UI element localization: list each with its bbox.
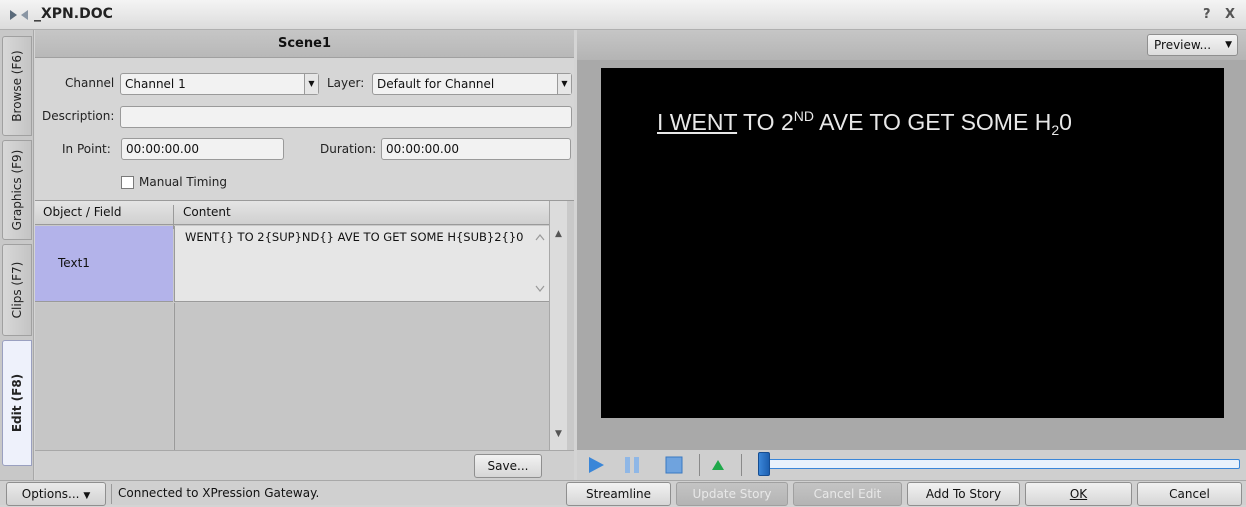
keyframe-up-icon[interactable]	[711, 459, 725, 471]
manual-timing-checkbox[interactable]	[121, 176, 134, 189]
grid-footer: Save...	[35, 450, 574, 480]
scroll-up-icon[interactable]: ▲	[552, 229, 565, 243]
preview-dropdown[interactable]: Preview... ▼	[1147, 34, 1238, 56]
duration-field[interactable]: 00:00:00.00	[381, 138, 571, 160]
timeline-track[interactable]	[761, 459, 1240, 469]
save-button[interactable]: Save...	[474, 454, 542, 478]
grid-vertical-scrollbar[interactable]: ▲ ▼	[549, 201, 567, 451]
layer-label: Layer:	[327, 76, 365, 90]
divider	[741, 454, 742, 476]
title-bar: _XPN.DOC ? X	[0, 0, 1246, 30]
description-label: Description:	[42, 109, 115, 123]
app-logo-icon	[10, 10, 28, 20]
tab-browse[interactable]: Browse (F6)	[2, 36, 32, 136]
preview-text-subscript: 2	[1051, 122, 1060, 138]
preview-text-part1: TO 2	[737, 109, 794, 135]
description-field[interactable]	[120, 106, 572, 128]
column-header-content[interactable]: Content	[183, 205, 231, 219]
duration-label: Duration:	[320, 142, 377, 156]
divider	[699, 454, 700, 476]
streamline-button[interactable]: Streamline	[566, 482, 671, 506]
pause-icon[interactable]	[623, 456, 641, 474]
add-to-story-button[interactable]: Add To Story	[907, 482, 1020, 506]
channel-value: Channel 1	[125, 77, 186, 91]
options-label: Options...	[21, 487, 80, 501]
tab-edit[interactable]: Edit (F8)	[2, 340, 32, 466]
in-point-field[interactable]: 00:00:00.00	[121, 138, 284, 160]
stop-icon[interactable]	[665, 456, 683, 474]
side-tab-strip: Browse (F6) Graphics (F9) Clips (F7) Edi…	[0, 30, 34, 480]
options-button[interactable]: Options... ▼	[6, 482, 106, 506]
preview-panel: Preview... ▼ I WENT TO 2ND AVE TO GET SO…	[577, 30, 1246, 450]
object-field-grid: Object / Field Content Text1 WENT{} TO 2…	[35, 200, 574, 451]
preview-toolbar: Preview... ▼	[577, 30, 1246, 60]
tab-clips-label: Clips (F7)	[10, 261, 24, 319]
timeline-scrubber[interactable]	[758, 452, 770, 476]
row-content-text: WENT{} TO 2{SUP}ND{} AVE TO GET SOME H{S…	[185, 230, 524, 244]
preview-text-underlined: I WENT	[657, 109, 738, 135]
grid-empty-area	[174, 303, 549, 451]
preview-dropdown-label: Preview...	[1154, 38, 1212, 52]
chevron-down-icon: ▼	[83, 491, 91, 501]
table-row-name-cell[interactable]: Text1	[35, 226, 173, 302]
scene-title: Scene1	[35, 30, 574, 58]
tab-graphics-label: Graphics (F9)	[10, 149, 24, 231]
manual-timing-label: Manual Timing	[139, 175, 227, 189]
in-point-label: In Point:	[62, 142, 111, 156]
scene-editor-panel: Scene1 Channel Channel 1 ▼ Layer: Defaul…	[35, 30, 574, 480]
grid-empty-area	[35, 303, 173, 451]
cell-scrollbar[interactable]	[533, 228, 547, 298]
grid-header: Object / Field Content	[35, 201, 549, 229]
chevron-down-icon[interactable]: ▼	[304, 74, 318, 94]
transport-bar	[577, 450, 1246, 480]
connection-status: Connected to XPression Gateway.	[118, 486, 320, 500]
close-button[interactable]: X	[1225, 7, 1235, 22]
row-name-text: Text1	[58, 256, 90, 270]
divider	[111, 484, 112, 504]
tab-graphics[interactable]: Graphics (F9)	[2, 140, 32, 240]
layer-select[interactable]: Default for Channel ▼	[372, 73, 572, 95]
preview-text-superscript: ND	[793, 108, 814, 124]
ok-label: OK	[1069, 487, 1088, 501]
layer-value: Default for Channel	[377, 77, 495, 91]
chevron-down-icon[interactable]: ▼	[557, 74, 571, 94]
column-header-object-field[interactable]: Object / Field	[43, 205, 121, 219]
update-story-button[interactable]: Update Story	[676, 482, 788, 506]
tab-clips[interactable]: Clips (F7)	[2, 244, 32, 336]
cancel-edit-button[interactable]: Cancel Edit	[793, 482, 902, 506]
tab-browse-label: Browse (F6)	[10, 50, 24, 122]
play-icon[interactable]	[587, 456, 605, 474]
preview-screen: I WENT TO 2ND AVE TO GET SOME H20	[601, 68, 1224, 418]
preview-text-part2: AVE TO GET SOME H	[814, 109, 1052, 135]
help-button[interactable]: ?	[1203, 7, 1211, 22]
channel-label: Channel	[65, 76, 115, 90]
ok-button[interactable]: OK	[1025, 482, 1132, 506]
status-bar: Options... ▼ Connected to XPression Gate…	[0, 480, 1246, 506]
window-title: _XPN.DOC	[34, 6, 113, 22]
chevron-down-icon: ▼	[1225, 40, 1232, 50]
preview-text-part3: 0	[1059, 109, 1072, 135]
tab-edit-label: Edit (F8)	[10, 373, 24, 433]
channel-select[interactable]: Channel 1 ▼	[120, 73, 319, 95]
table-row-content-cell[interactable]: WENT{} TO 2{SUP}ND{} AVE TO GET SOME H{S…	[174, 226, 549, 302]
preview-rendered-text: I WENT TO 2ND AVE TO GET SOME H20	[657, 108, 1072, 138]
scroll-down-icon[interactable]: ▼	[552, 429, 565, 443]
cancel-button[interactable]: Cancel	[1137, 482, 1242, 506]
